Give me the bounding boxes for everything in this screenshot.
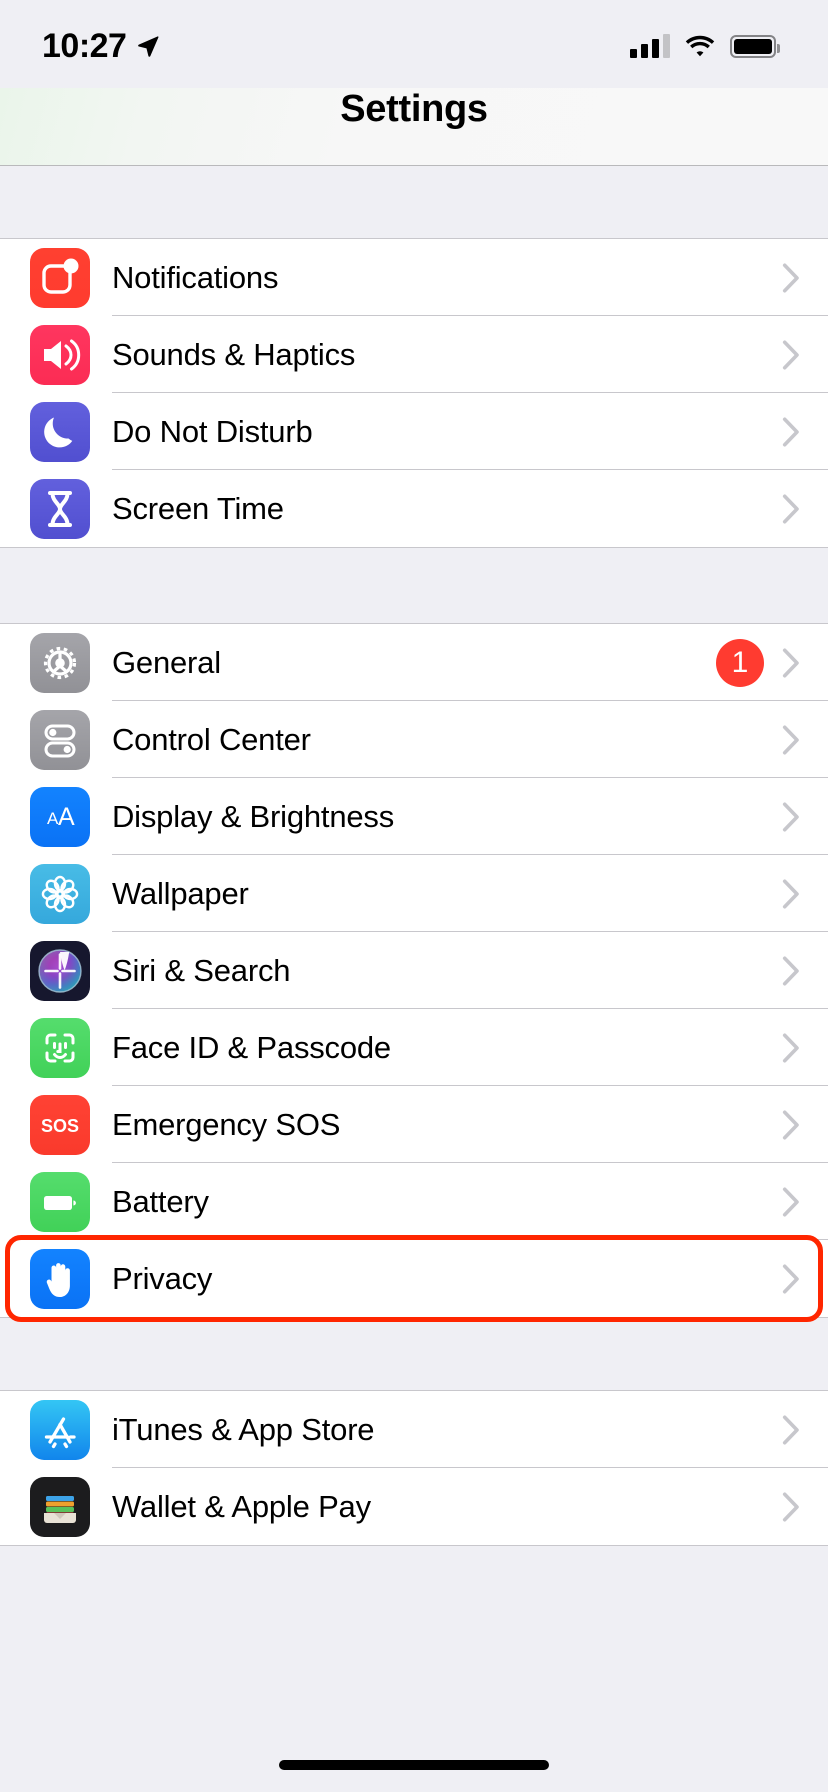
cellular-signal-icon [630,34,670,58]
settings-row-wallet-apple-pay[interactable]: Wallet & Apple Pay [0,1468,828,1545]
settings-row-label: Control Center [112,721,311,757]
settings-row-control-center[interactable]: Control Center [0,701,828,778]
settings-row-accessory [782,339,828,370]
group-spacer [0,548,828,623]
settings-row-accessory [782,262,828,293]
settings-row-accessory [782,493,828,524]
svg-text:SOS: SOS [41,1116,79,1136]
chevron-right-icon [782,955,799,986]
location-arrow-icon [138,36,159,57]
settings-row-label: Battery [112,1183,209,1219]
settings-row-wallpaper[interactable]: Wallpaper [0,855,828,932]
settings-row-accessory [782,878,828,909]
settings-row-label: Wallpaper [112,875,249,911]
group-spacer [0,1318,828,1390]
chevron-right-icon [782,416,799,447]
settings-row-label: Do Not Disturb [112,413,313,449]
privacy-hand-icon [30,1248,90,1309]
settings-row-label: Face ID & Passcode [112,1029,391,1065]
settings-row-do-not-disturb[interactable]: Do Not Disturb [0,393,828,470]
wallet-icon [30,1476,90,1537]
navigation-bar: Settings [0,88,828,166]
chevron-right-icon [782,801,799,832]
settings-row-accessory [782,1109,828,1140]
chevron-right-icon [782,1186,799,1217]
chevron-right-icon [782,339,799,370]
chevron-right-icon [782,1491,799,1522]
status-bar-clock: 10:27 [42,26,127,65]
control-center-toggles-icon [30,709,90,770]
siri-search-icon [30,940,90,1001]
settings-row-label: Privacy [112,1260,213,1296]
chevron-right-icon [782,262,799,293]
group-alerts: Notifications Sounds & Haptics Do Not Di… [0,238,828,548]
settings-row-display-brightness[interactable]: AA Display & Brightness [0,778,828,855]
settings-row-privacy[interactable]: Privacy [0,1240,828,1317]
settings-row-label: Sounds & Haptics [112,336,356,372]
notifications-icon [30,247,90,308]
screen-time-hourglass-icon [30,478,90,539]
chevron-right-icon [782,493,799,524]
settings-row-general[interactable]: General 1 [0,624,828,701]
battery-icon [730,34,780,58]
settings-row-label: Siri & Search [112,952,291,988]
emergency-sos-icon: SOS [30,1094,90,1155]
settings-row-label: General [112,644,221,680]
chevron-right-icon [782,1032,799,1063]
settings-row-label: Display & Brightness [112,798,395,834]
settings-row-siri-search[interactable]: Siri & Search [0,932,828,1009]
general-gear-icon [30,632,90,693]
settings-row-accessory [782,416,828,447]
svg-text:A: A [58,803,75,831]
status-bar: 10:27 [0,0,828,88]
notification-badge: 1 [716,638,764,687]
settings-row-accessory [782,1186,828,1217]
status-bar-right [630,30,780,58]
app-store-icon [30,1399,90,1460]
battery-icon [30,1171,90,1232]
settings-row-accessory [782,1414,828,1445]
settings-row-face-id-passcode[interactable]: Face ID & Passcode [0,1009,828,1086]
settings-row-notifications[interactable]: Notifications [0,239,828,316]
face-id-icon [30,1017,90,1078]
settings-row-accessory [782,955,828,986]
wifi-icon [685,35,715,57]
chevron-right-icon [782,1414,799,1445]
group-stores: iTunes & App Store Wallet & Apple Pay [0,1390,828,1546]
settings-row-label: Emergency SOS [112,1106,341,1142]
settings-row-emergency-sos[interactable]: SOS Emergency SOS [0,1086,828,1163]
settings-row-itunes-app-store[interactable]: iTunes & App Store [0,1391,828,1468]
settings-row-accessory [782,1032,828,1063]
settings-row-accessory: 1 [716,638,828,687]
do-not-disturb-moon-icon [30,401,90,462]
home-indicator [279,1760,549,1770]
settings-row-label: iTunes & App Store [112,1411,375,1447]
sounds-haptics-icon [30,324,90,385]
settings-row-battery[interactable]: Battery [0,1163,828,1240]
wallpaper-flower-icon [30,863,90,924]
settings-row-accessory [782,1491,828,1522]
group-spacer [0,166,828,238]
settings-row-label: Screen Time [112,490,284,526]
settings-row-accessory [782,801,828,832]
settings-row-accessory [782,1263,828,1294]
chevron-right-icon [782,878,799,909]
chevron-right-icon [782,647,799,678]
chevron-right-icon [782,724,799,755]
settings-list[interactable]: Notifications Sounds & Haptics Do Not Di… [0,166,828,1546]
settings-row-label: Wallet & Apple Pay [112,1488,371,1524]
settings-row-accessory [782,724,828,755]
settings-row-sounds-haptics[interactable]: Sounds & Haptics [0,316,828,393]
chevron-right-icon [782,1109,799,1140]
settings-row-screen-time[interactable]: Screen Time [0,470,828,547]
status-bar-left: 10:27 [42,23,160,66]
page-title: Settings [340,88,488,130]
display-brightness-aa-icon: AA [30,786,90,847]
chevron-right-icon [782,1263,799,1294]
group-system: General 1 Control Center AA Display & Br… [0,623,828,1318]
settings-row-label: Notifications [112,259,279,295]
